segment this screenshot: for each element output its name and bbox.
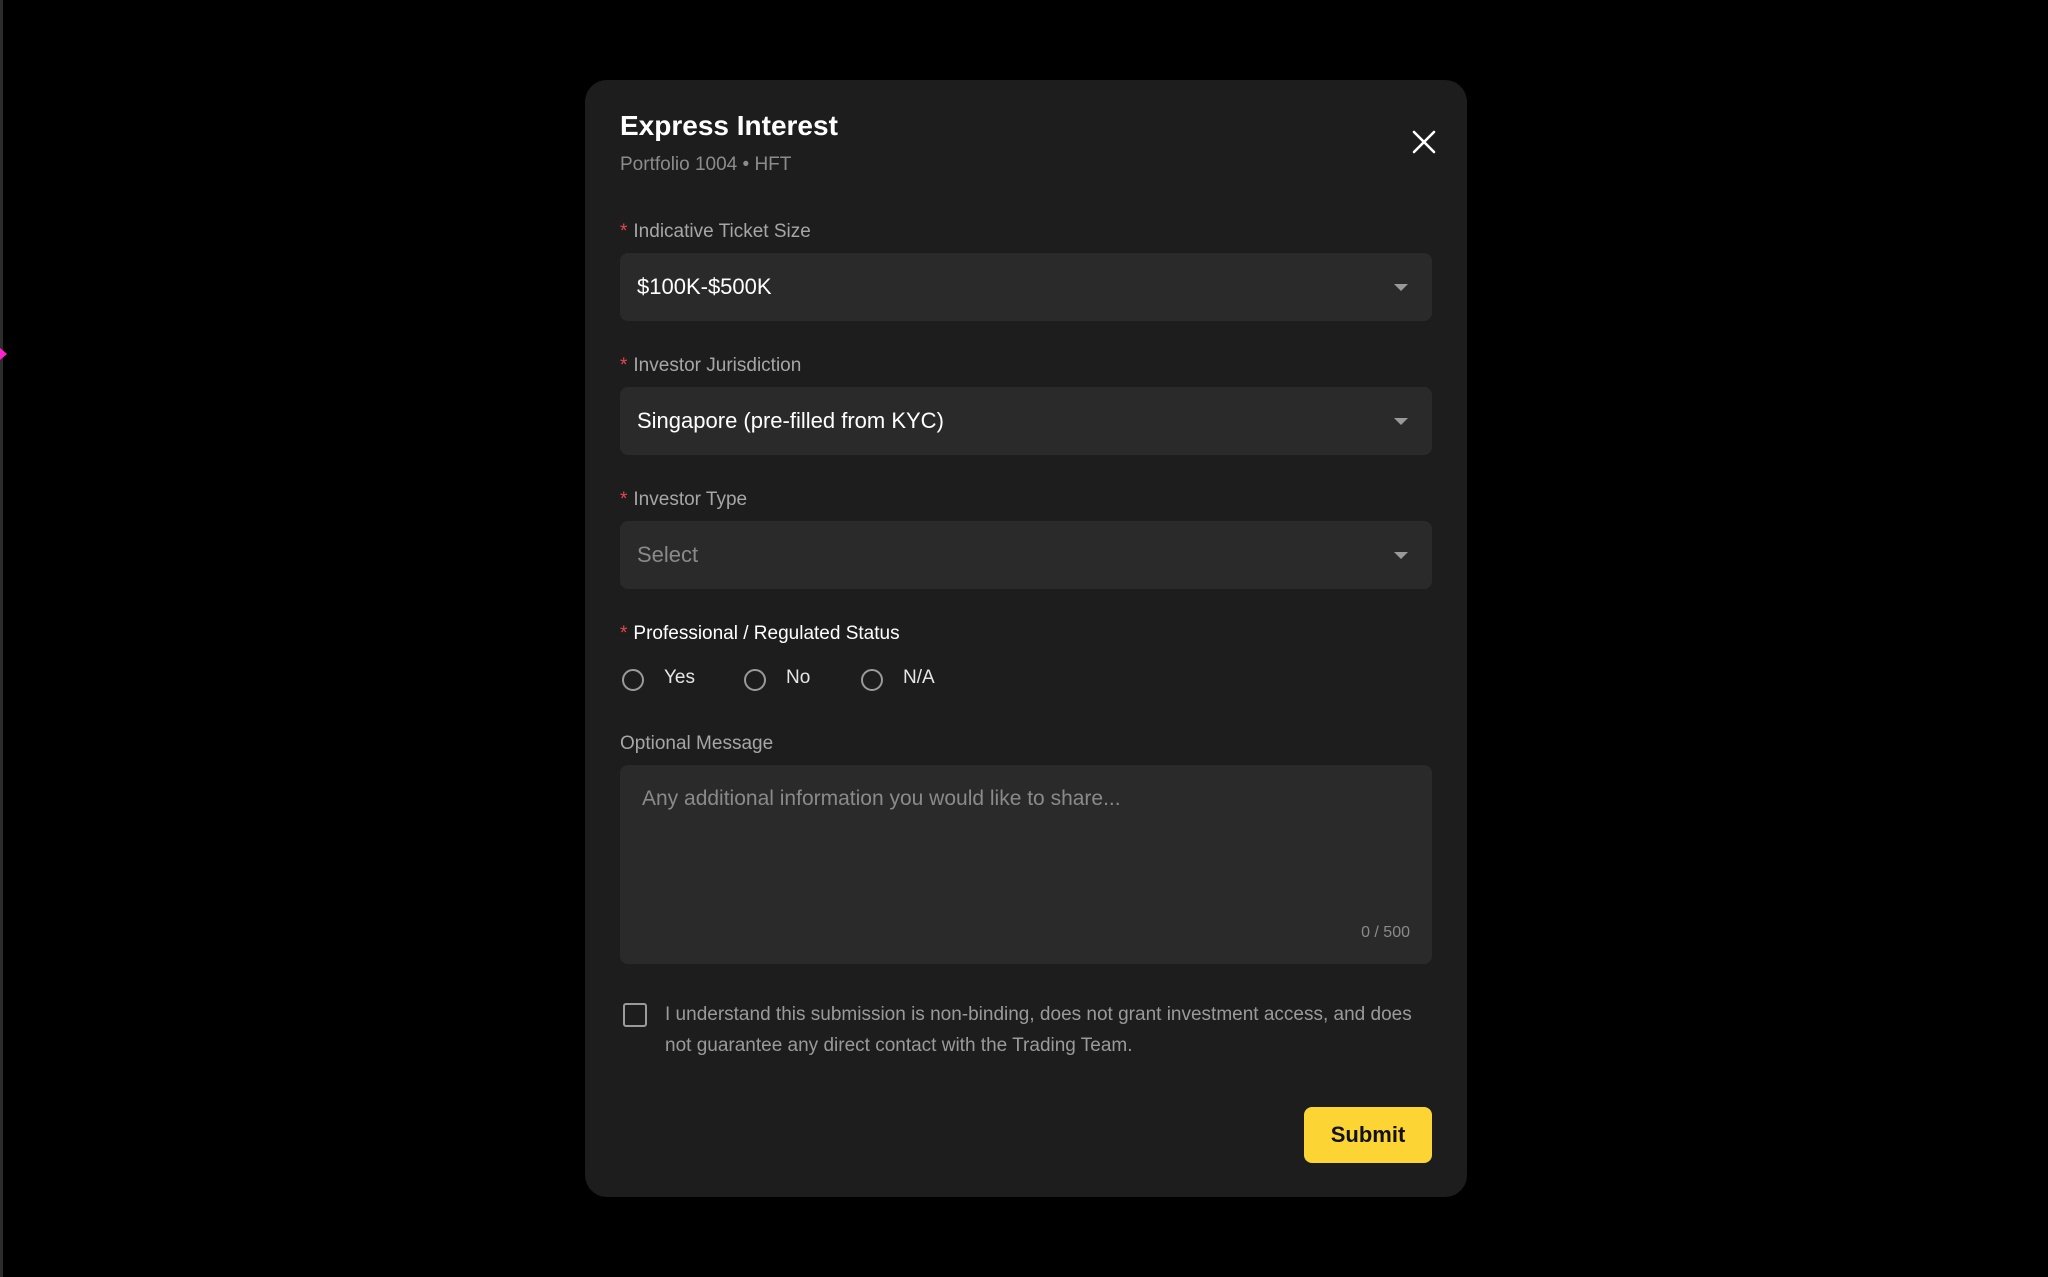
radio-option-na[interactable]: N/A — [861, 666, 951, 696]
message-placeholder: Any additional information you would lik… — [642, 787, 1121, 810]
page: Express Interest Portfolio 1004 • HFT * I… — [0, 0, 2048, 1277]
investor-type-placeholder: Select — [637, 542, 699, 567]
ticket-size-value: $100K-$500K — [637, 274, 772, 299]
close-icon — [1412, 130, 1436, 154]
chevron-down-icon — [1394, 552, 1408, 559]
submit-button[interactable]: Submit — [1304, 1107, 1432, 1163]
professional-status-label-text: Professional / Regulated Status — [633, 623, 900, 644]
radio-option-no[interactable]: No — [744, 666, 834, 696]
investor-type-label-text: Investor Type — [633, 489, 748, 510]
radio-option-yes[interactable]: Yes — [622, 666, 712, 696]
ticket-size-select[interactable]: $100K-$500K — [620, 253, 1432, 321]
required-mark: * — [620, 489, 628, 510]
modal-title: Express Interest — [620, 110, 838, 141]
close-button[interactable] — [1406, 124, 1442, 160]
jurisdiction-value: Singapore (pre-filled from KYC) — [637, 408, 944, 433]
chevron-down-icon — [1394, 284, 1408, 291]
modal-subtitle: Portfolio 1004 • HFT — [620, 154, 792, 175]
jurisdiction-label: * Investor Jurisdiction — [620, 355, 801, 377]
edge-marker-icon — [0, 348, 7, 360]
required-mark: * — [620, 355, 628, 376]
jurisdiction-select[interactable]: Singapore (pre-filled from KYC) — [620, 387, 1432, 455]
investor-type-label: * Investor Type — [620, 489, 747, 511]
radio-label-no: No — [786, 667, 811, 688]
investor-type-select[interactable]: Select — [620, 521, 1432, 589]
acknowledgement-checkbox[interactable] — [623, 1003, 647, 1027]
professional-status-label: * Professional / Regulated Status — [620, 623, 900, 645]
required-mark: * — [620, 221, 628, 242]
radio-circle[interactable] — [861, 669, 883, 691]
message-textarea[interactable]: Any additional information you would lik… — [620, 765, 1432, 964]
chevron-down-icon — [1394, 418, 1408, 425]
required-mark: * — [620, 623, 628, 644]
jurisdiction-label-text: Investor Jurisdiction — [633, 355, 802, 376]
express-interest-modal: Express Interest Portfolio 1004 • HFT * I… — [585, 80, 1467, 1197]
message-label: Optional Message — [620, 733, 774, 754]
ticket-size-label-text: Indicative Ticket Size — [633, 221, 811, 242]
radio-label-na: N/A — [903, 667, 935, 688]
ticket-size-label: * Indicative Ticket Size — [620, 221, 811, 243]
radio-circle[interactable] — [744, 669, 766, 691]
radio-label-yes: Yes — [664, 667, 695, 688]
acknowledgement-text: I understand this submission is non-bind… — [665, 1004, 1412, 1056]
character-counter: 0 / 500 — [1361, 924, 1410, 941]
window-edge — [0, 0, 3, 1277]
radio-circle[interactable] — [622, 669, 644, 691]
